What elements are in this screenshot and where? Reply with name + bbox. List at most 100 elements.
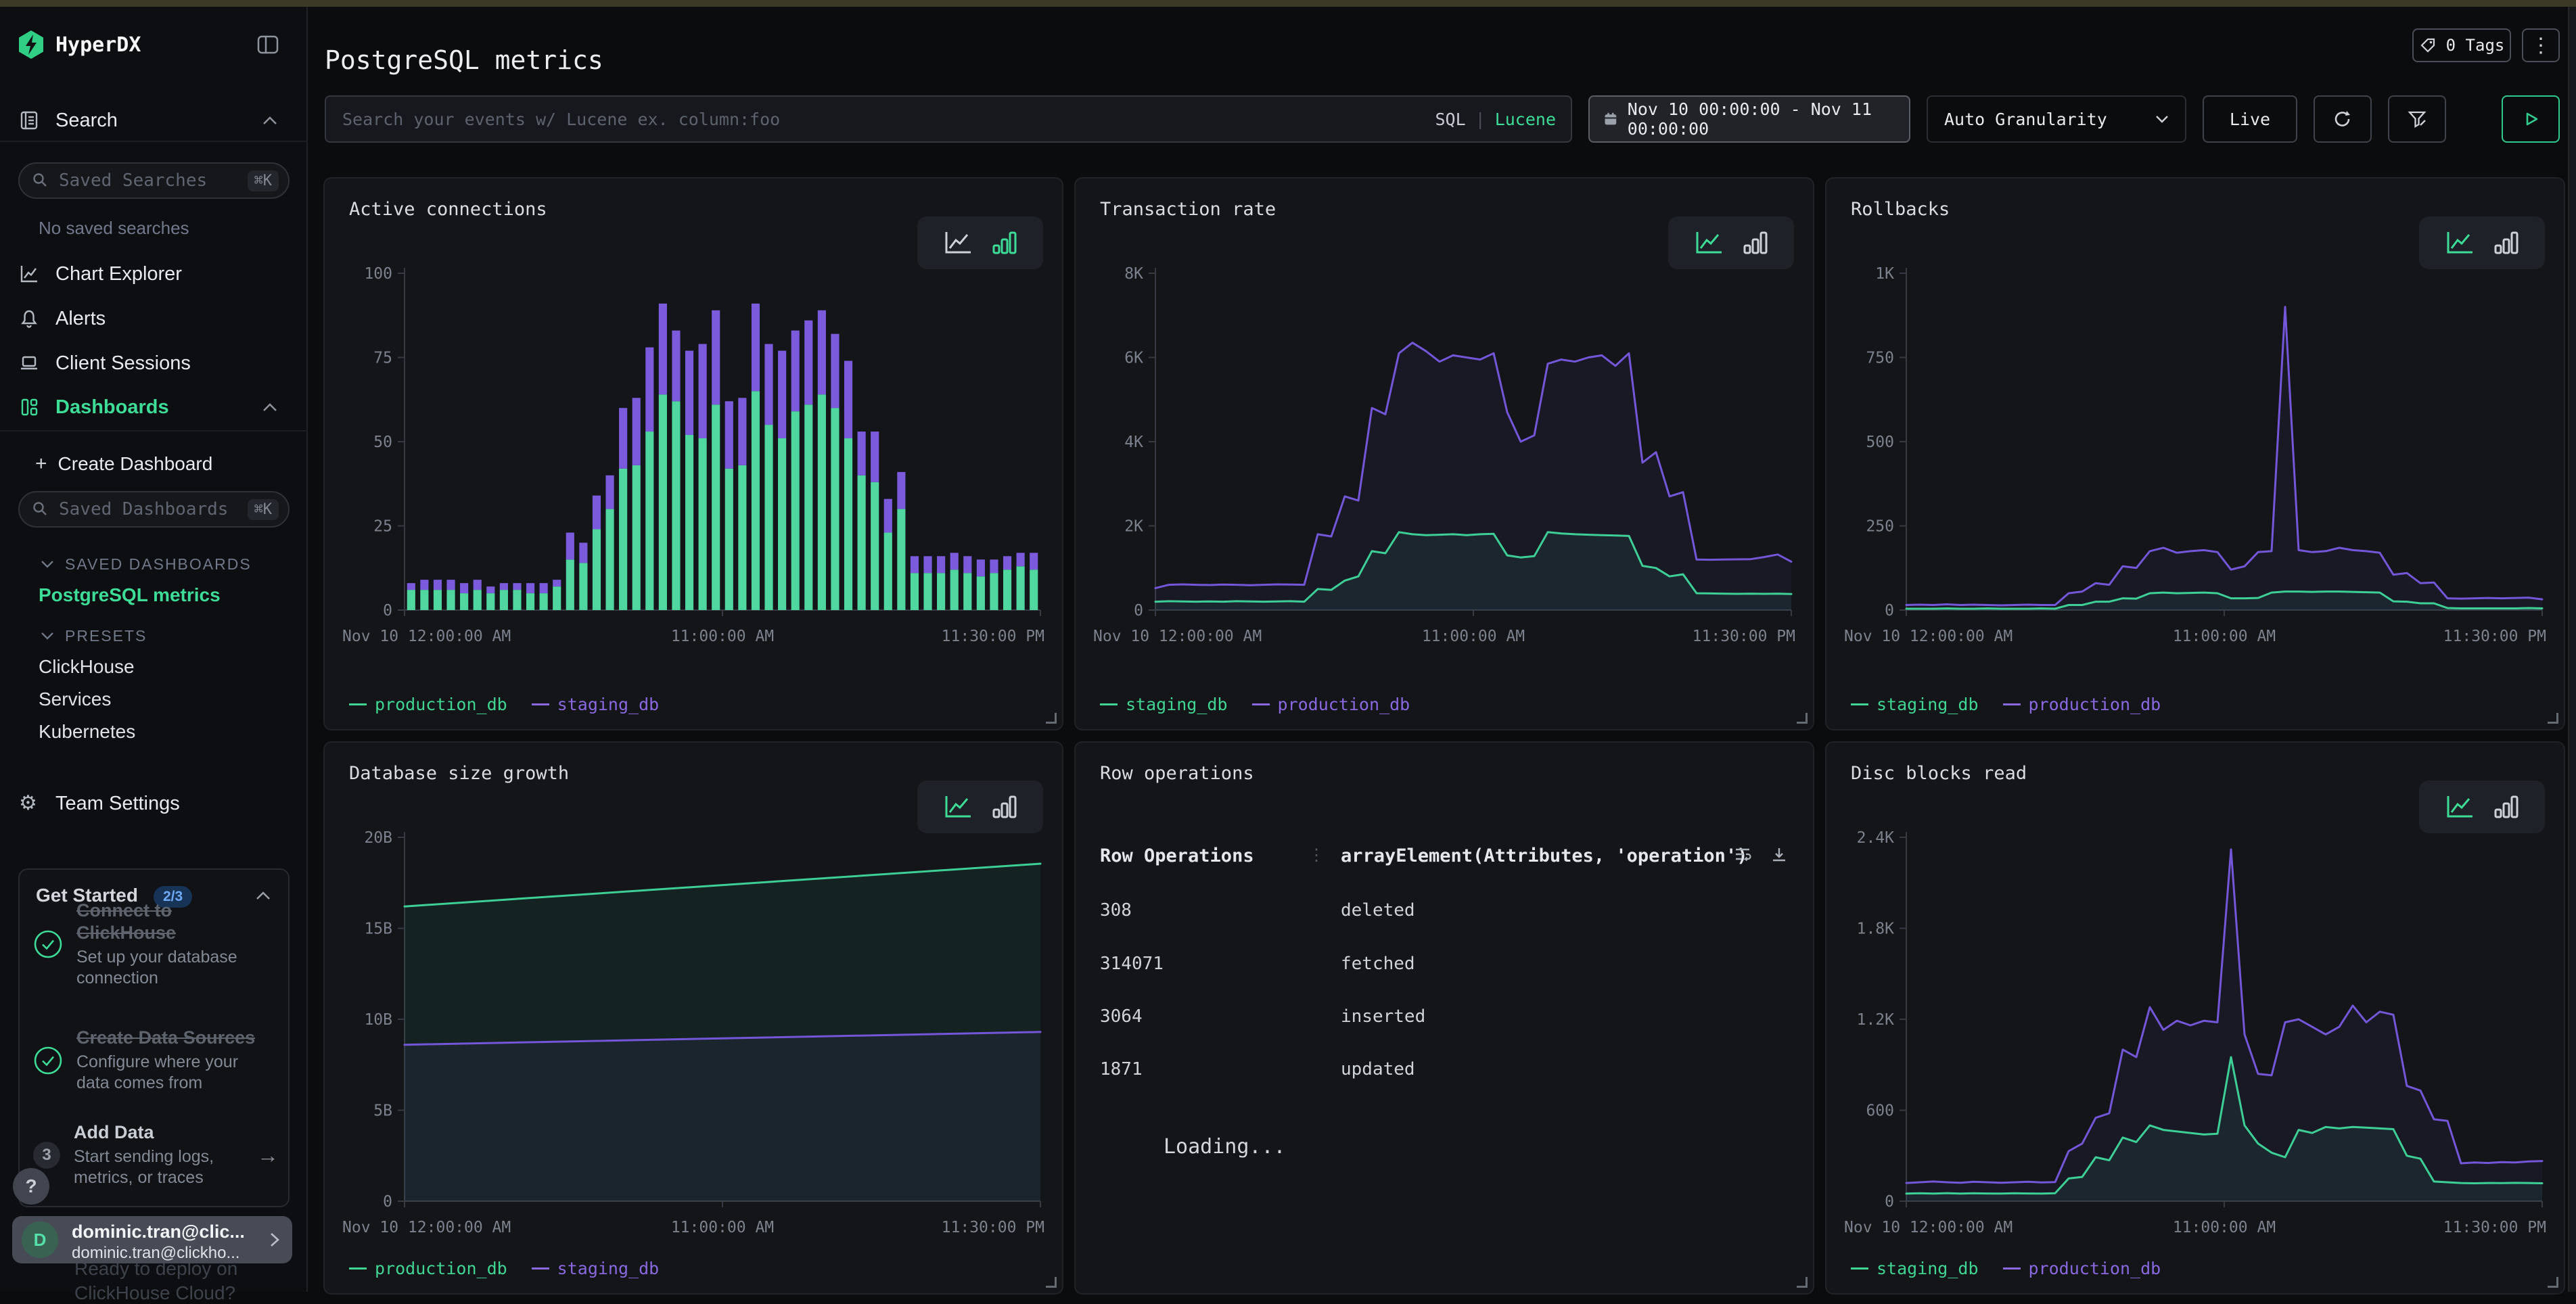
step-description: Configure where yourdata comes from <box>76 1052 255 1094</box>
panel-rollbacks: Rollbacks 02505007501KNov 10 12:00:00 AM… <box>1825 177 2565 730</box>
table-toolbar <box>1733 845 1789 864</box>
chevron-up-icon <box>262 116 277 125</box>
section-saved-dashboards[interactable]: SAVED DASHBOARDS <box>41 552 252 576</box>
sidebar-item-chart-explorer[interactable]: Chart Explorer <box>0 256 308 292</box>
column-divider-icon[interactable]: ⋮ <box>1308 845 1325 864</box>
svg-text:1.2K: 1.2K <box>1857 1011 1895 1029</box>
sidebar: HyperDX Search Saved Searches ⌘K No save… <box>0 0 308 1292</box>
table-header-operation[interactable]: arrayElement(Attributes, 'operation') <box>1341 845 1747 866</box>
top-strip <box>0 0 2576 7</box>
check-circle-icon <box>33 1046 63 1075</box>
tag-icon <box>2419 37 2437 54</box>
svg-text:8K: 8K <box>1124 265 1143 283</box>
sidebar-collapse-icon[interactable] <box>257 35 279 54</box>
table-cell-count: 3064 <box>1100 1006 1143 1027</box>
svg-text:100: 100 <box>364 265 392 283</box>
arrow-right-icon: → <box>257 1143 279 1168</box>
saved-searches-input[interactable]: Saved Searches ⌘K <box>18 162 290 199</box>
panel-title: Transaction rate <box>1100 199 1276 220</box>
dashboard-link-postgresql-metrics[interactable]: PostgreSQL metrics <box>39 584 221 606</box>
sidebar-item-client-sessions[interactable]: Client Sessions <box>0 345 308 381</box>
user-account-button[interactable]: D dominic.tran@clic... dominic.tran@clic… <box>12 1216 292 1263</box>
shortcut-badge: ⌘K <box>248 170 279 191</box>
search-icon <box>32 172 49 189</box>
preset-link-clickhouse[interactable]: ClickHouse <box>39 656 135 678</box>
brand-row: HyperDX <box>0 26 308 64</box>
live-button[interactable]: Live <box>2203 95 2297 143</box>
transaction-rate-chart: 02K4K6K8KNov 10 12:00:00 AM11:00:00 AM11… <box>1076 258 1816 678</box>
line-chart-icon[interactable] <box>942 229 973 256</box>
play-icon <box>2521 109 2541 129</box>
panel-transaction-rate: Transaction rate 02K4K6K8KNov 10 12:00:0… <box>1074 177 1814 730</box>
section-presets[interactable]: PRESETS <box>41 624 147 648</box>
bar-chart-icon[interactable] <box>2493 229 2520 256</box>
table-cell-operation: deleted <box>1341 900 1415 921</box>
bar-chart-icon[interactable] <box>2493 793 2520 820</box>
table-cell-operation: updated <box>1341 1059 1415 1079</box>
sql-toggle[interactable]: SQL <box>1435 110 1465 129</box>
shortcut-badge: ⌘K <box>248 499 279 520</box>
query-language-toggle: SQL | Lucene <box>1435 110 1556 129</box>
bar-chart-icon[interactable] <box>1742 229 1769 256</box>
granularity-select[interactable]: Auto Granularity <box>1927 95 2186 143</box>
svg-text:11:30:00 PM: 11:30:00 PM <box>942 1219 1044 1236</box>
table-cell-count: 1871 <box>1100 1059 1143 1079</box>
date-range-picker[interactable]: Nov 10 00:00:00 - Nov 11 00:00:00 <box>1588 95 1910 143</box>
line-chart-icon[interactable] <box>942 793 973 820</box>
panel-title: Disc blocks read <box>1851 763 2027 784</box>
sidebar-item-alerts[interactable]: Alerts <box>0 300 308 337</box>
saved-dashboards-input[interactable]: Saved Dashboards ⌘K <box>18 491 290 528</box>
get-started-step-connect[interactable]: Connect toClickHouse Set up your databas… <box>33 900 274 989</box>
line-chart-icon[interactable] <box>2444 793 2475 820</box>
chevron-down-icon <box>41 632 54 640</box>
sidebar-item-team-settings[interactable]: ⚙ Team Settings <box>0 785 308 822</box>
more-options-button[interactable]: ⋮ <box>2522 28 2560 62</box>
lucene-toggle[interactable]: Lucene <box>1495 110 1556 129</box>
chart-legend: staging_dbproduction_db <box>1851 695 2161 714</box>
get-started-step-add-data[interactable]: 3 Add Data Start sending logs,metrics, o… <box>33 1121 274 1188</box>
search-input[interactable] <box>326 110 1435 129</box>
create-dashboard-button[interactable]: + Create Dashboard <box>0 446 308 482</box>
panel-title: Rollbacks <box>1851 199 1950 220</box>
table-cell-count: 314071 <box>1100 954 1164 974</box>
scrollbar-track[interactable] <box>2568 0 2576 1292</box>
help-button[interactable]: ? <box>13 1168 49 1205</box>
tags-button[interactable]: 0 Tags <box>2412 28 2511 62</box>
event-search-bar: SQL | Lucene <box>325 95 1572 143</box>
section-label: SAVED DASHBOARDS <box>65 555 252 574</box>
run-query-button[interactable] <box>2502 95 2560 143</box>
svg-text:1K: 1K <box>1875 265 1894 283</box>
filter-button[interactable] <box>2388 95 2446 143</box>
get-started-step-datasources[interactable]: Create Data Sources Configure where your… <box>33 1027 274 1094</box>
sidebar-item-search[interactable]: Search <box>0 101 308 139</box>
bar-chart-icon[interactable] <box>991 793 1018 820</box>
step-title: Connect toClickHouse <box>76 900 237 944</box>
chart-legend: production_dbstaging_db <box>349 695 659 714</box>
bar-chart-icon[interactable] <box>991 229 1018 256</box>
tags-label: 0 Tags <box>2446 36 2505 55</box>
avatar: D <box>22 1221 58 1258</box>
svg-text:600: 600 <box>1866 1102 1894 1120</box>
main-content: PostgreSQL metrics 0 Tags ⋮ SQL | Lucene… <box>309 0 2576 1292</box>
chart-legend: production_dbstaging_db <box>349 1259 659 1278</box>
wrap-text-icon[interactable] <box>1733 845 1752 864</box>
svg-text:11:00:00 AM: 11:00:00 AM <box>2173 1219 2276 1236</box>
preset-link-kubernetes[interactable]: Kubernetes <box>39 721 135 743</box>
svg-text:11:00:00 AM: 11:00:00 AM <box>2173 628 2276 645</box>
sidebar-item-dashboards[interactable]: Dashboards <box>0 388 308 426</box>
sidebar-item-label: Chart Explorer <box>55 263 182 285</box>
svg-text:1.8K: 1.8K <box>1857 921 1895 938</box>
svg-text:Nov 10 12:00:00 AM: Nov 10 12:00:00 AM <box>1844 628 2013 645</box>
svg-text:11:30:00 PM: 11:30:00 PM <box>2443 1219 2546 1236</box>
svg-text:25: 25 <box>373 518 392 536</box>
chevron-down-icon <box>2155 115 2169 123</box>
panel-disc-blocks-read: Disc blocks read 06001.2K1.8K2.4KNov 10 … <box>1825 741 2565 1295</box>
svg-text:250: 250 <box>1866 518 1894 536</box>
rollbacks-chart: 02505007501KNov 10 12:00:00 AM11:00:00 A… <box>1826 258 2567 678</box>
line-chart-icon[interactable] <box>2444 229 2475 256</box>
table-header-count[interactable]: Row Operations <box>1100 845 1254 866</box>
preset-link-services[interactable]: Services <box>39 689 111 710</box>
line-chart-icon[interactable] <box>1693 229 1724 256</box>
download-icon[interactable] <box>1770 845 1789 864</box>
refresh-button[interactable] <box>2314 95 2372 143</box>
